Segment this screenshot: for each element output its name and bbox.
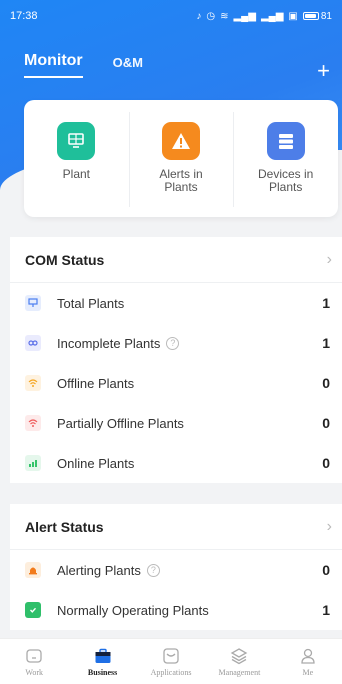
home-icon	[26, 648, 42, 663]
row-label: Offline Plants	[57, 375, 135, 391]
card-plant[interactable]: Plant	[24, 100, 129, 217]
com-status-header[interactable]: COM Status ›	[10, 237, 342, 283]
row-value: 1	[322, 335, 330, 351]
signal-icon-2: ▂▄▆	[260, 10, 284, 22]
row-label-incomplete: Incomplete Plants ?	[57, 336, 322, 351]
nav-label: Me	[302, 667, 314, 677]
nav-business[interactable]: Business	[68, 639, 136, 684]
row-label: Incomplete Plants	[57, 335, 161, 351]
card-plant-label: Plant	[62, 167, 91, 181]
row-label: Normally Operating Plants	[57, 602, 209, 618]
briefcase-icon	[95, 648, 111, 663]
hd-icon: ▣	[288, 10, 298, 22]
row-value: 0	[322, 415, 330, 431]
row-value: 0	[322, 375, 330, 391]
signal-icon: ▂▄▆	[233, 10, 256, 22]
chevron-right-icon[interactable]: ›	[327, 251, 332, 269]
signal-online-icon	[25, 455, 41, 471]
nav-applications[interactable]: Applications	[137, 639, 205, 684]
wifi-offline-icon	[25, 375, 41, 391]
wifi-partial-icon	[25, 415, 41, 431]
com-status-title: COM Status	[25, 251, 105, 268]
top-tabs: Monitor O&M	[24, 52, 143, 78]
help-icon[interactable]: ?	[166, 336, 180, 350]
wifi-icon: ≋	[220, 10, 229, 22]
alarm-icon	[25, 562, 41, 578]
battery-icon: 81	[302, 10, 332, 22]
layers-icon	[231, 647, 248, 664]
person-icon	[301, 648, 315, 664]
alert-status-title: Alert Status	[25, 518, 104, 535]
nav-label: Applications	[150, 667, 192, 677]
nav-label: Business	[87, 667, 118, 677]
row-online-plants[interactable]: Online Plants 0	[10, 443, 342, 483]
row-value: 0	[322, 562, 330, 578]
tab-om[interactable]: O&M	[113, 55, 143, 78]
alert-status-header[interactable]: Alert Status ›	[10, 504, 342, 550]
alarm-clock-icon: ◷	[206, 10, 216, 22]
card-devices-label: Devices in Plants	[257, 167, 314, 194]
row-value: 1	[322, 602, 330, 618]
row-offline-plants[interactable]: Offline Plants 0	[10, 363, 342, 403]
status-time: 17:38	[10, 10, 38, 22]
applications-icon	[163, 647, 179, 664]
devices-stack-icon	[266, 122, 305, 160]
nav-me[interactable]: Me	[274, 639, 342, 684]
row-total-plants[interactable]: Total Plants 1	[10, 283, 342, 323]
nav-label: Management	[218, 667, 261, 677]
incomplete-icon	[25, 335, 41, 351]
com-status-section: COM Status › Total Plants 1 Incomplete P…	[10, 237, 342, 483]
row-label: Partially Offline Plants	[57, 415, 184, 431]
help-icon[interactable]: ?	[146, 563, 160, 577]
plant-icon	[25, 295, 41, 311]
row-value: 0	[322, 455, 330, 471]
row-partially-offline-plants[interactable]: Partially Offline Plants 0	[10, 403, 342, 443]
row-normally-operating-plants[interactable]: Normally Operating Plants 1	[10, 590, 342, 630]
tab-monitor[interactable]: Monitor	[24, 52, 83, 78]
status-icons: ♪ ◷ ≋ ▂▄▆ ▂▄▆ ▣ 81	[196, 11, 332, 22]
chevron-right-icon[interactable]: ›	[327, 518, 332, 536]
add-plus-icon[interactable]: +	[317, 60, 330, 82]
nav-work[interactable]: Work	[0, 639, 68, 684]
row-incomplete-plants[interactable]: Incomplete Plants ? 1	[10, 323, 342, 363]
status-bar: 17:38 ♪ ◷ ≋ ▂▄▆ ▂▄▆ ▣ 81	[10, 6, 332, 26]
card-alerts-label: Alerts in Plants	[159, 167, 203, 194]
row-label-alerting: Alerting Plants ?	[57, 563, 322, 578]
bottom-nav: Work Business Applications Management Me	[0, 638, 342, 684]
mute-icon: ♪	[196, 10, 202, 22]
row-label: Online Plants	[57, 455, 135, 471]
row-value: 1	[322, 295, 330, 311]
row-alerting-plants[interactable]: Alerting Plants ? 0	[10, 550, 342, 590]
nav-management[interactable]: Management	[205, 639, 273, 684]
plant-monitor-icon	[57, 122, 96, 160]
alert-status-section: Alert Status › Alerting Plants ? 0 Norma…	[10, 504, 342, 630]
battery-level: 81	[320, 10, 332, 22]
shield-check-icon	[25, 602, 41, 618]
alert-triangle-icon	[162, 122, 200, 160]
nav-label: Work	[25, 667, 43, 677]
row-label: Alerting Plants	[57, 562, 141, 578]
card-alerts[interactable]: Alerts in Plants	[128, 100, 234, 217]
quick-cards-panel: Plant Alerts in Plants Devices in Plants	[24, 100, 338, 217]
row-label: Total Plants	[57, 295, 125, 311]
card-devices[interactable]: Devices in Plants	[233, 100, 338, 217]
